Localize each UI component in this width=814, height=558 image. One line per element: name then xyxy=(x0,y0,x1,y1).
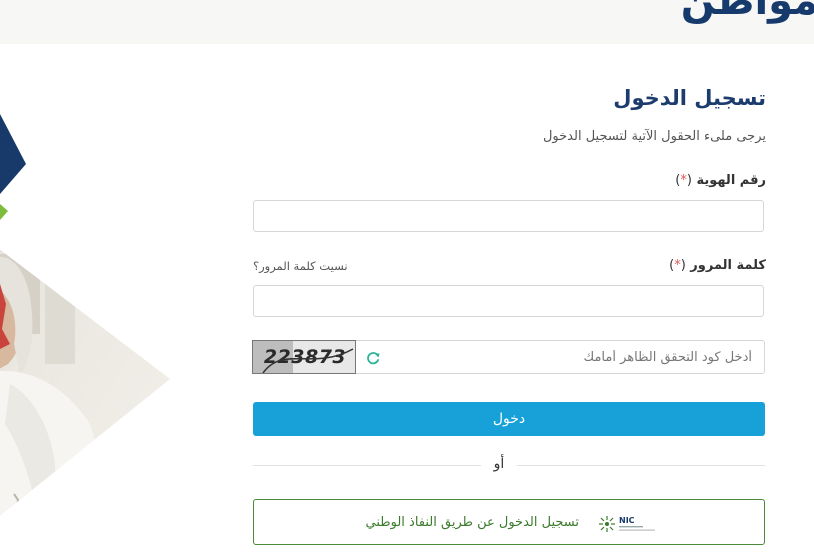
green-accent-shape xyxy=(0,204,8,220)
decorative-hero-graphic xyxy=(0,114,170,558)
captcha-input[interactable] xyxy=(356,340,765,374)
login-title: تسجيل الدخول xyxy=(613,86,766,110)
refresh-icon[interactable] xyxy=(365,350,381,366)
password-input[interactable] xyxy=(253,285,764,317)
id-number-input[interactable] xyxy=(253,200,764,232)
divider-left xyxy=(253,465,481,466)
nafath-login-button[interactable]: تسجيل الدخول عن طريق النفاذ الوطني NIC xyxy=(253,499,765,545)
id-number-label: رقم الهوية (*) xyxy=(675,173,766,188)
header-title: مواطن xyxy=(680,0,814,24)
id-number-label-text: رقم الهوية xyxy=(696,173,766,188)
forgot-password-link[interactable]: نسيت كلمة المرور؟ xyxy=(253,259,348,273)
nafath-login-label: تسجيل الدخول عن طريق النفاذ الوطني xyxy=(365,515,579,530)
divider-right xyxy=(517,465,765,466)
login-subtitle: يرجى ملىء الحقول الآتية لتسجيل الدخول xyxy=(542,129,766,144)
password-label-text: كلمة المرور xyxy=(690,258,766,273)
nic-logo: NIC xyxy=(599,516,655,532)
captcha-image: 223873 xyxy=(252,340,356,374)
paren-open: ( xyxy=(680,258,686,273)
login-button[interactable]: دخول xyxy=(253,402,765,436)
password-label: كلمة المرور (*) xyxy=(669,258,766,273)
paren-open: ( xyxy=(686,173,692,188)
header-band: مواطن xyxy=(0,0,814,44)
person-photo xyxy=(0,204,170,558)
navy-diamond-shape xyxy=(0,114,26,194)
nic-logo-text: NIC xyxy=(619,516,635,525)
or-separator: أو xyxy=(493,456,505,472)
